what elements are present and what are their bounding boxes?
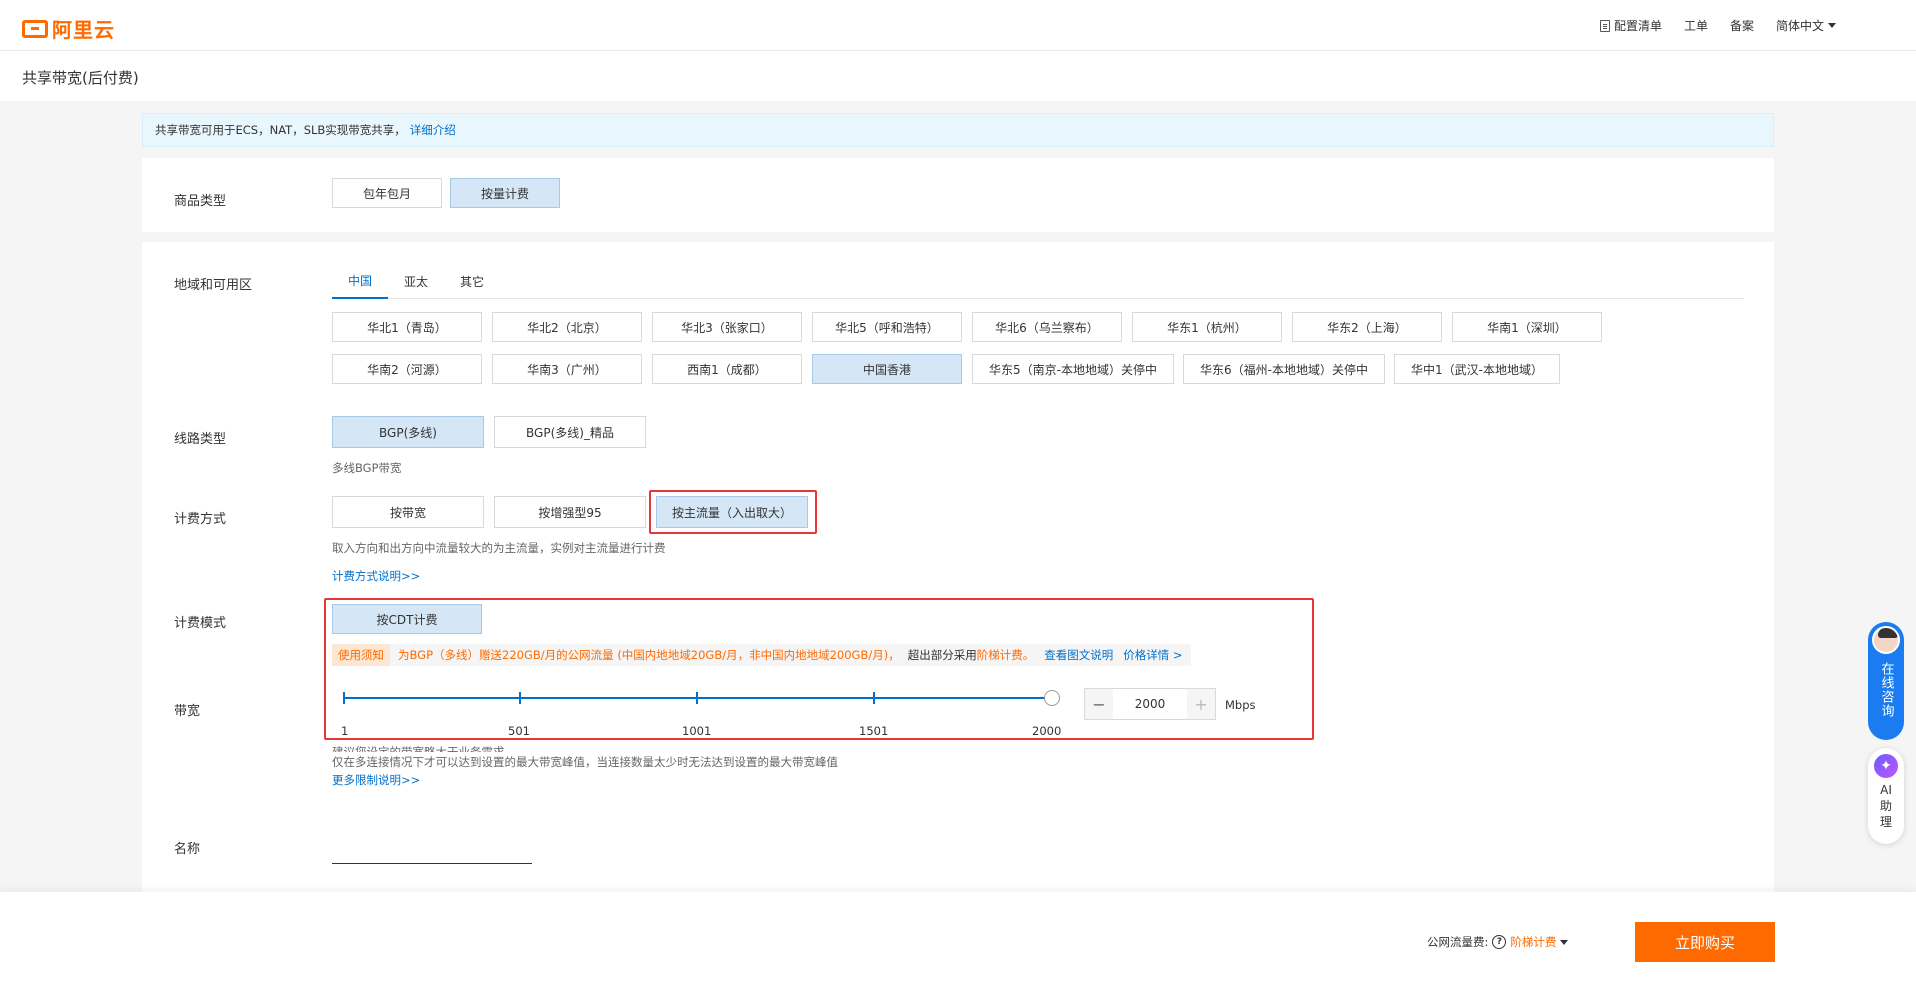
line-type-hint: 多线BGP带宽 (332, 461, 402, 475)
region-nanjing[interactable]: 华东5（南京-本地地域）关停中 (972, 354, 1174, 384)
billing-method-link[interactable]: 计费方式说明>> (332, 568, 420, 584)
region-beijing[interactable]: 华北2（北京） (492, 312, 642, 342)
question-icon[interactable]: ? (1492, 935, 1507, 949)
bandwidth-hint-1: 建议您设定的带宽略大于业务需求 (332, 745, 505, 752)
billing-by-bandwidth[interactable]: 按带宽 (332, 496, 484, 528)
ai-assistant-button[interactable]: ✦ AI助理 (1868, 748, 1904, 844)
usage-notice-tag: 使用须知 (332, 644, 390, 666)
usage-notice: 使用须知 为BGP（多线）赠送220GB/月的公网流量 (中国内地地域20GB/… (332, 644, 1191, 666)
billing-method-label: 计费方式 (174, 512, 227, 527)
buy-now-button[interactable]: 立即购买 (1635, 922, 1775, 962)
usage-notice-tier: 阶梯计费。 (976, 648, 1035, 662)
region-hongkong[interactable]: 中国香港 (812, 354, 962, 384)
region-shanghai[interactable]: 华东2（上海） (1292, 312, 1442, 342)
traffic-fee: 公网流量费: ? 阶梯计费 (1427, 934, 1569, 950)
bottom-bar (0, 892, 1916, 990)
region-chengdu[interactable]: 西南1（成都） (652, 354, 802, 384)
notice-text: 共享带宽可用于ECS，NAT，SLB实现带宽共享， (155, 123, 406, 137)
online-consult-button[interactable]: 在线咨询 (1868, 622, 1904, 740)
brand-name: 阿里云 (52, 18, 115, 42)
agent-avatar (1872, 626, 1900, 654)
traffic-fee-value: 阶梯计费 (1510, 935, 1557, 949)
line-bgp[interactable]: BGP(多线) (332, 416, 484, 448)
more-limits-link[interactable]: 更多限制说明>> (332, 772, 420, 788)
tab-other[interactable]: 其它 (444, 264, 500, 299)
region-wuhan[interactable]: 华中1（武汉-本地地域） (1394, 354, 1560, 384)
sparkle-icon: ✦ (1874, 754, 1898, 778)
slider-tick (343, 692, 345, 704)
chevron-down-icon (1828, 23, 1836, 28)
line-type-label: 线路类型 (174, 432, 227, 447)
billing-cdt[interactable]: 按CDT计费 (332, 604, 482, 634)
online-consult-label: 在线咨询 (1878, 662, 1894, 718)
nav-config-list-label: 配置清单 (1613, 19, 1662, 33)
region-zhangjiakou[interactable]: 华北3（张家口） (652, 312, 802, 342)
bandwidth-input[interactable] (1113, 689, 1187, 719)
title-bar: 共享带宽(后付费) (0, 51, 1916, 101)
region-huhehaote[interactable]: 华北5（呼和浩特） (812, 312, 962, 342)
nav-ticket[interactable]: 工单 (1684, 17, 1708, 34)
bandwidth-slider[interactable] (342, 685, 1060, 715)
slider-tick-label: 1 (341, 724, 349, 738)
slider-tick-label: 501 (508, 724, 530, 738)
slider-tick-label: 1001 (682, 724, 712, 738)
slider-tick (696, 692, 698, 704)
bandwidth-label: 带宽 (174, 704, 201, 719)
page-title: 共享带宽(后付费) (22, 69, 139, 87)
name-label: 名称 (174, 842, 201, 857)
top-header: 阿里云 配置清单 工单 备案 简体中文 (0, 0, 1916, 51)
region-label: 地域和可用区 (174, 278, 253, 293)
view-illustration-link[interactable]: 查看图文说明 (1044, 647, 1113, 663)
bandwidth-stepper: − + (1084, 688, 1216, 720)
usage-notice-text2: 超出部分采用 (907, 648, 977, 662)
price-detail-link[interactable]: 价格详情 > (1123, 647, 1182, 663)
slider-tick (519, 692, 521, 704)
chevron-down-icon (1560, 939, 1569, 945)
region-qingdao[interactable]: 华北1（青岛） (332, 312, 482, 342)
traffic-fee-selector[interactable]: 阶梯计费 (1510, 934, 1569, 950)
nav-config-list[interactable]: 配置清单 (1599, 17, 1662, 34)
language-selector[interactable]: 简体中文 (1776, 17, 1836, 34)
region-fuzhou[interactable]: 华东6（福州-本地地域）关停中 (1183, 354, 1385, 384)
increment-button[interactable]: + (1187, 689, 1215, 719)
region-tabs: 中国 亚太 其它 (332, 264, 1744, 299)
document-icon (1599, 19, 1610, 32)
slider-track (344, 697, 1054, 699)
line-bgp-premium[interactable]: BGP(多线)_精品 (494, 416, 646, 448)
top-nav: 配置清单 工单 备案 简体中文 (1599, 17, 1836, 34)
tab-china[interactable]: 中国 (332, 264, 388, 299)
region-wulanchabu[interactable]: 华北6（乌兰察布） (972, 312, 1122, 342)
slider-handle[interactable] (1044, 690, 1060, 706)
bandwidth-hint-2: 仅在多连接情况下才可以达到设置的最大带宽峰值，当连接数量太少时无法达到设置的最大… (332, 755, 838, 769)
language-label: 简体中文 (1775, 19, 1824, 33)
notice-detail-link[interactable]: 详细介绍 (410, 122, 456, 138)
usage-notice-text: 为BGP（多线）赠送220GB/月的公网流量 (中国内地地域20GB/月，非中国… (398, 648, 900, 662)
region-heyuan[interactable]: 华南2（河源） (332, 354, 482, 384)
decrement-button[interactable]: − (1085, 689, 1113, 719)
config-panel: 地域和可用区 中国 亚太 其它 华北1（青岛） 华北2（北京） 华北3（张家口）… (142, 242, 1774, 892)
nav-icp[interactable]: 备案 (1730, 17, 1754, 34)
billing-mode-label: 计费模式 (174, 616, 227, 631)
slider-tick-label: 2000 (1032, 724, 1062, 738)
product-type-label: 商品类型 (174, 194, 227, 209)
slider-tick (873, 692, 875, 704)
aliyun-logo[interactable]: 阿里云 (22, 14, 115, 43)
tab-asia-pacific[interactable]: 亚太 (388, 264, 444, 299)
ai-assistant-label: AI助理 (1879, 783, 1892, 829)
info-notice: 共享带宽可用于ECS，NAT，SLB实现带宽共享， 详细介绍 (142, 113, 1774, 147)
billing-main-traffic[interactable]: 按主流量（入出取大） (656, 496, 808, 528)
product-type-panel: 商品类型 包年包月 按量计费 (142, 158, 1774, 232)
slider-tick-label: 1501 (859, 724, 889, 738)
name-input[interactable] (332, 840, 532, 864)
bandwidth-unit: Mbps (1225, 698, 1256, 712)
billing-enhanced-95[interactable]: 按增强型95 (494, 496, 646, 528)
aliyun-logo-icon (22, 19, 48, 38)
region-guangzhou[interactable]: 华南3（广州） (492, 354, 642, 384)
region-hangzhou[interactable]: 华东1（杭州） (1132, 312, 1282, 342)
option-pay-as-you-go[interactable]: 按量计费 (450, 178, 560, 208)
region-shenzhen[interactable]: 华南1（深圳） (1452, 312, 1602, 342)
billing-method-hint: 取入方向和出方向中流量较大的为主流量，实例对主流量进行计费 (332, 541, 666, 555)
traffic-fee-label: 公网流量费: (1427, 935, 1489, 949)
option-subscription[interactable]: 包年包月 (332, 178, 442, 208)
